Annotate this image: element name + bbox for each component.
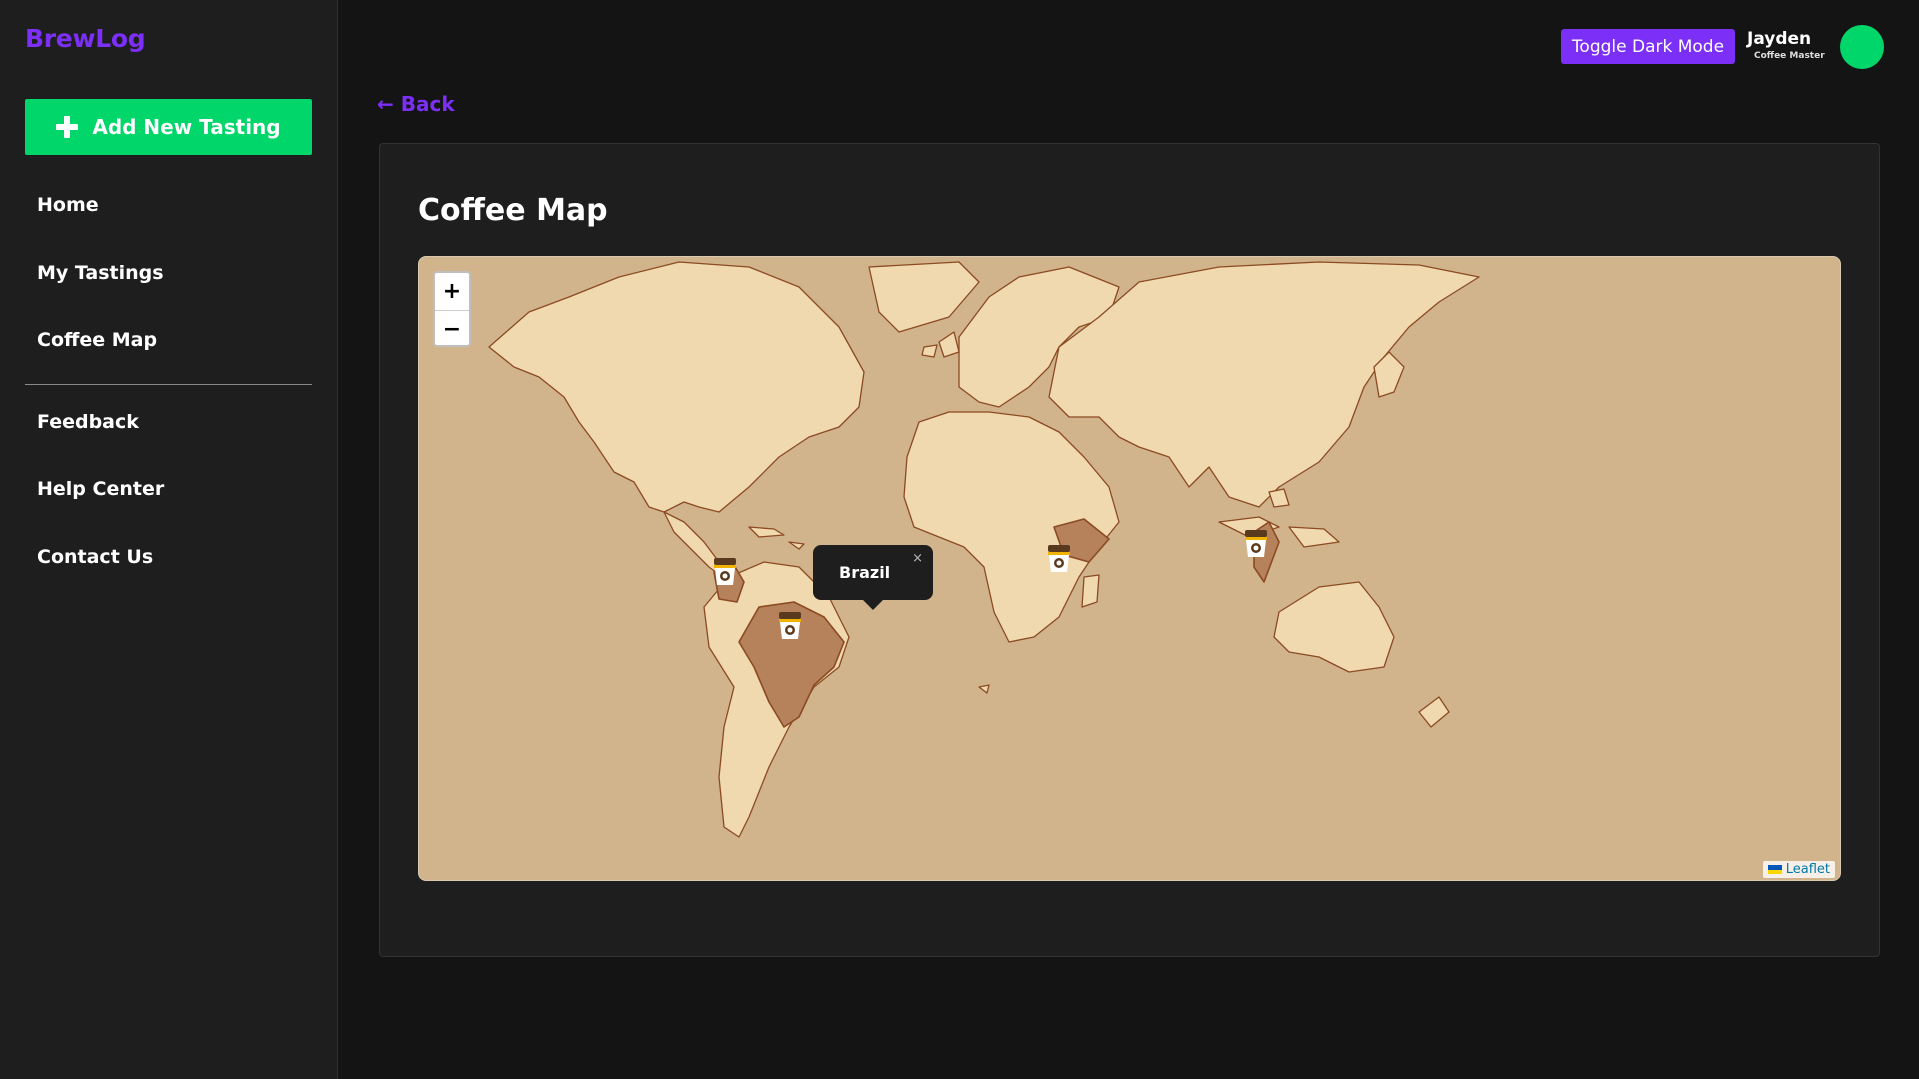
plus-icon: [56, 116, 79, 138]
toggle-dark-mode-button[interactable]: Toggle Dark Mode: [1561, 29, 1735, 64]
coffee-cup-marker-brazil: [779, 612, 801, 639]
zoom-control: + −: [433, 271, 471, 347]
coffee-map-card: Coffee Map + − Brazil × Leaflet: [379, 143, 1880, 957]
avatar[interactable]: [1840, 25, 1884, 69]
coffee-cup-marker-vietnam: [1245, 530, 1267, 557]
zoom-in-button[interactable]: +: [435, 273, 469, 310]
sidebar-item-feedback[interactable]: Feedback: [37, 411, 139, 433]
sidebar-item-my-tastings[interactable]: My Tastings: [37, 262, 164, 284]
back-link[interactable]: ← Back: [377, 92, 455, 116]
page-title: Coffee Map: [418, 193, 608, 228]
popup-title: Brazil: [839, 563, 891, 582]
app-logo[interactable]: BrewLog: [25, 24, 146, 53]
add-new-tasting-button[interactable]: Add New Tasting: [25, 99, 312, 155]
zoom-out-button[interactable]: −: [435, 310, 469, 345]
map-popup: Brazil ×: [813, 545, 933, 610]
sidebar-divider: [25, 384, 312, 385]
sidebar: BrewLog Add New Tasting Home My Tastings…: [0, 0, 338, 1079]
leaflet-link[interactable]: Leaflet: [1786, 862, 1830, 877]
land-australia: [1273, 581, 1395, 673]
land-greenland: [868, 261, 980, 333]
user-name: Jayden: [1747, 29, 1812, 49]
user-role: Coffee Master: [1754, 51, 1825, 61]
popup-close-button[interactable]: ×: [912, 551, 923, 566]
sidebar-item-help-center[interactable]: Help Center: [37, 478, 164, 500]
map-attribution: Leaflet: [1762, 861, 1835, 878]
ukraine-flag-icon: [1767, 865, 1782, 874]
add-new-tasting-label: Add New Tasting: [92, 115, 281, 139]
coffee-cup-marker-ethiopia: [1048, 545, 1070, 572]
world-map-graphic: [488, 261, 1480, 838]
world-map[interactable]: + − Brazil × Leaflet: [418, 256, 1841, 881]
coffee-cup-marker-colombia: [714, 558, 736, 585]
sidebar-item-contact-us[interactable]: Contact Us: [37, 546, 153, 568]
land-north-america: [488, 261, 865, 513]
sidebar-item-coffee-map[interactable]: Coffee Map: [37, 329, 157, 351]
sidebar-item-home[interactable]: Home: [37, 194, 99, 216]
